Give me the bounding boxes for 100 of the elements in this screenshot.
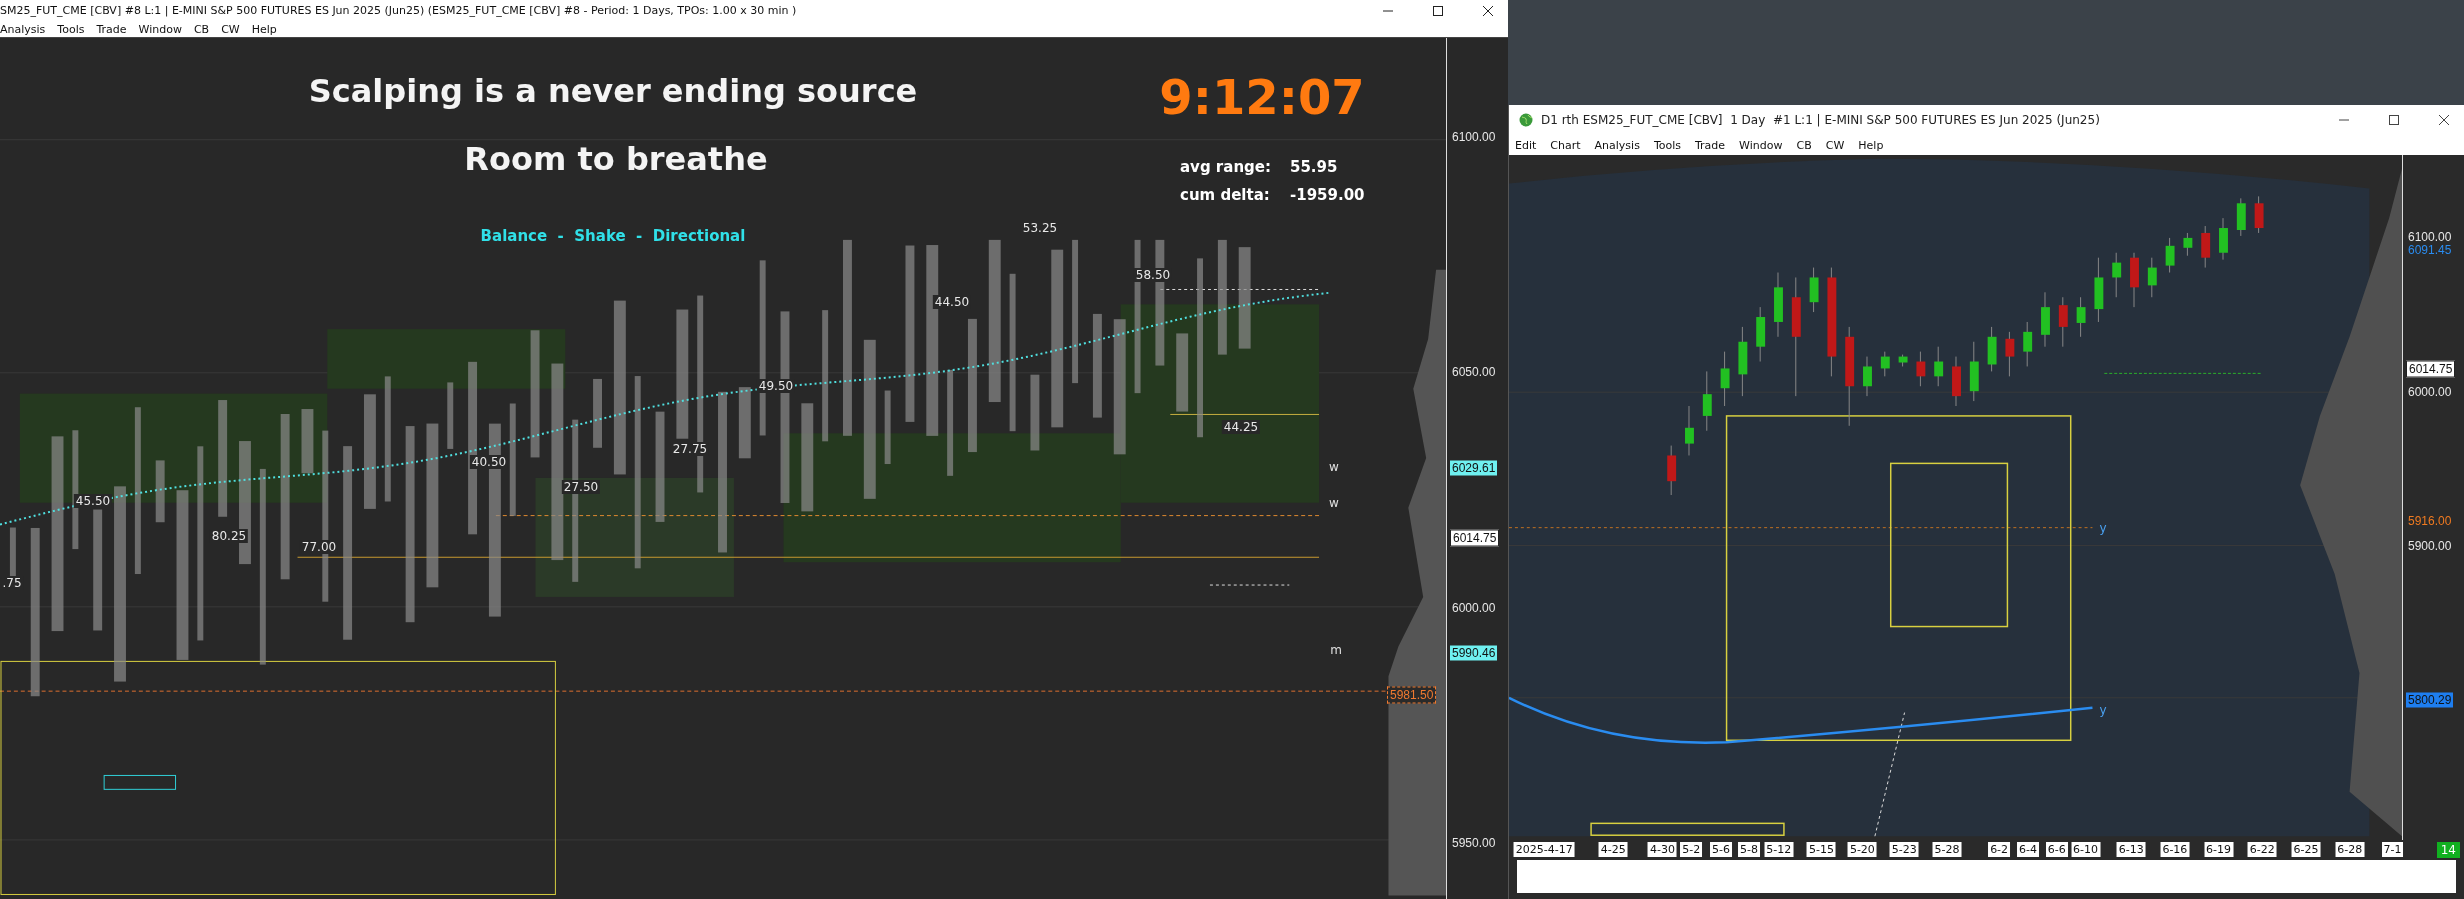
price-label: 6050.00 [1451, 364, 1497, 380]
candle [2254, 195, 2264, 234]
window-title: SM25_FUT_CME [CBV] #8 L:1 | E-MINI S&P 500 FUTURES ES Jun 2025 (Jun25) (ESM25_FUT_CME [CBV] #8 - Period: 1 Days, TPOs: 1.00 x 30 min ) [0, 3, 797, 18]
maximize-icon[interactable] [2388, 114, 2400, 126]
profile-range-label: 77.00 [299, 540, 339, 554]
close-icon[interactable] [1482, 4, 1494, 17]
stat-value: 55.95 [1290, 158, 1339, 176]
candle [2201, 225, 2211, 269]
menu-item[interactable]: Edit [1515, 138, 1537, 152]
date-label: 7-1 [2381, 842, 2404, 857]
date-label: 4-30 [1647, 842, 1677, 857]
stat-label: avg range: [1180, 158, 1272, 176]
price-label: 5981.50 [1387, 686, 1437, 704]
candle [1756, 306, 1766, 362]
phase-legend: Balance - Shake - Directional [480, 227, 746, 245]
menu-item[interactable]: Analysis [0, 22, 46, 36]
candle [1969, 341, 1979, 402]
price-label: 6029.61 [1450, 460, 1498, 476]
candle [2041, 291, 2050, 348]
date-label: 5-28 [1932, 842, 1962, 857]
date-label: 6-19 [2204, 842, 2234, 857]
menu-item[interactable]: Analysis [1594, 138, 1640, 152]
price-label: 5900.00 [2407, 538, 2453, 554]
price-label: 6100.00 [1451, 129, 1497, 145]
clock-time: 9:12:07 [1159, 69, 1365, 125]
candle [1880, 351, 1890, 377]
date-label: 5-12 [1764, 842, 1794, 857]
price-label: 6100.00 [2407, 229, 2453, 245]
date-label: 5-8 [1737, 842, 1760, 857]
menu-item[interactable]: Tools [1653, 138, 1681, 152]
subheadline-text: Room to breathe [464, 140, 768, 178]
menu-item[interactable]: Trade [1695, 138, 1726, 152]
globe-icon [1519, 113, 1533, 127]
menu-item[interactable]: Chart [1550, 138, 1581, 152]
candle [2147, 257, 2157, 298]
headline-text: Scalping is a never ending source [308, 72, 918, 110]
menu-item[interactable]: Window [1739, 138, 1783, 152]
candle [2094, 257, 2104, 323]
close-icon[interactable] [2438, 114, 2450, 126]
date-label: 6-28 [2335, 842, 2365, 857]
candle [1720, 351, 1730, 407]
level-marker: w [1329, 460, 1339, 474]
price-label: 6014.75 [1450, 529, 1500, 547]
menu-item[interactable]: Tools [57, 22, 85, 36]
date-label: 5-6 [1710, 842, 1732, 857]
candle [2183, 232, 2193, 257]
candle [1934, 346, 1944, 387]
price-label: 5990.46 [1450, 645, 1498, 661]
level-marker: y [2099, 703, 2107, 717]
profile-range-label: 44.25 [1221, 420, 1261, 434]
menu-item[interactable]: Help [1858, 138, 1884, 152]
profile-range-label: 44.50 [932, 295, 972, 309]
menu-item[interactable]: CB [193, 22, 210, 36]
menu-item[interactable]: CW [1825, 138, 1845, 152]
price-label: 6000.00 [1451, 600, 1497, 616]
candle [1952, 356, 1961, 407]
profile-range-label: 40.50 [469, 455, 509, 469]
menu-item[interactable]: CB [1796, 138, 1812, 152]
date-label: 5-20 [1847, 842, 1877, 857]
candle [1987, 326, 1997, 372]
maximize-icon[interactable] [1432, 4, 1444, 17]
profile-range-label: 27.50 [561, 480, 601, 494]
date-label: 6-6 [2045, 842, 2068, 857]
window-title: D1 rth ESM25_FUT_CME [CBV] 1 Day #1 L:1 | E-MINI S&P 500 FUTURES ES Jun 2025 (Jun25) [1541, 113, 2101, 127]
candle [2236, 197, 2246, 237]
profile-range-label: 58.50 [1133, 268, 1173, 282]
bar-count-badge: 14 [2436, 842, 2460, 858]
candle [1774, 272, 1783, 338]
date-label: 6-4 [2016, 842, 2039, 857]
menu-item[interactable]: CW [221, 22, 240, 36]
level-marker: w [1329, 496, 1339, 510]
profile-range-label: 45.50 [73, 494, 113, 508]
level-marker: m [1330, 643, 1342, 657]
menu-item[interactable]: Window [138, 22, 182, 36]
candle [1685, 405, 1694, 456]
date-label: 4-25 [1598, 842, 1628, 857]
candle [1898, 354, 1908, 367]
candle [2130, 252, 2139, 308]
menu-item[interactable]: Help [251, 22, 277, 36]
candle [2219, 217, 2228, 261]
level-marker: y [2099, 521, 2107, 535]
price-label: 6014.75 [2406, 360, 2456, 378]
date-label: 6-10 [2071, 842, 2101, 857]
date-label: 6-13 [2116, 842, 2146, 857]
date-label: 6-16 [2160, 842, 2190, 857]
candle [2112, 252, 2122, 298]
candle [1809, 267, 1819, 313]
menu-item[interactable]: Trade [96, 22, 127, 36]
candle [2058, 296, 2068, 348]
price-label: 5800.29 [2406, 692, 2454, 708]
candle [1738, 326, 1748, 397]
date-label: 5-23 [1889, 842, 1919, 857]
candle [2076, 296, 2086, 338]
candle [2005, 331, 2015, 377]
stat-value: -1959.00 [1290, 186, 1365, 204]
profile-range-label: 53.25 [1020, 221, 1060, 235]
stat-label: cum delta: [1180, 186, 1271, 204]
date-label: 6-2 [1988, 842, 2011, 857]
candle [1667, 445, 1677, 496]
profile-range-label: .75 [0, 576, 24, 590]
